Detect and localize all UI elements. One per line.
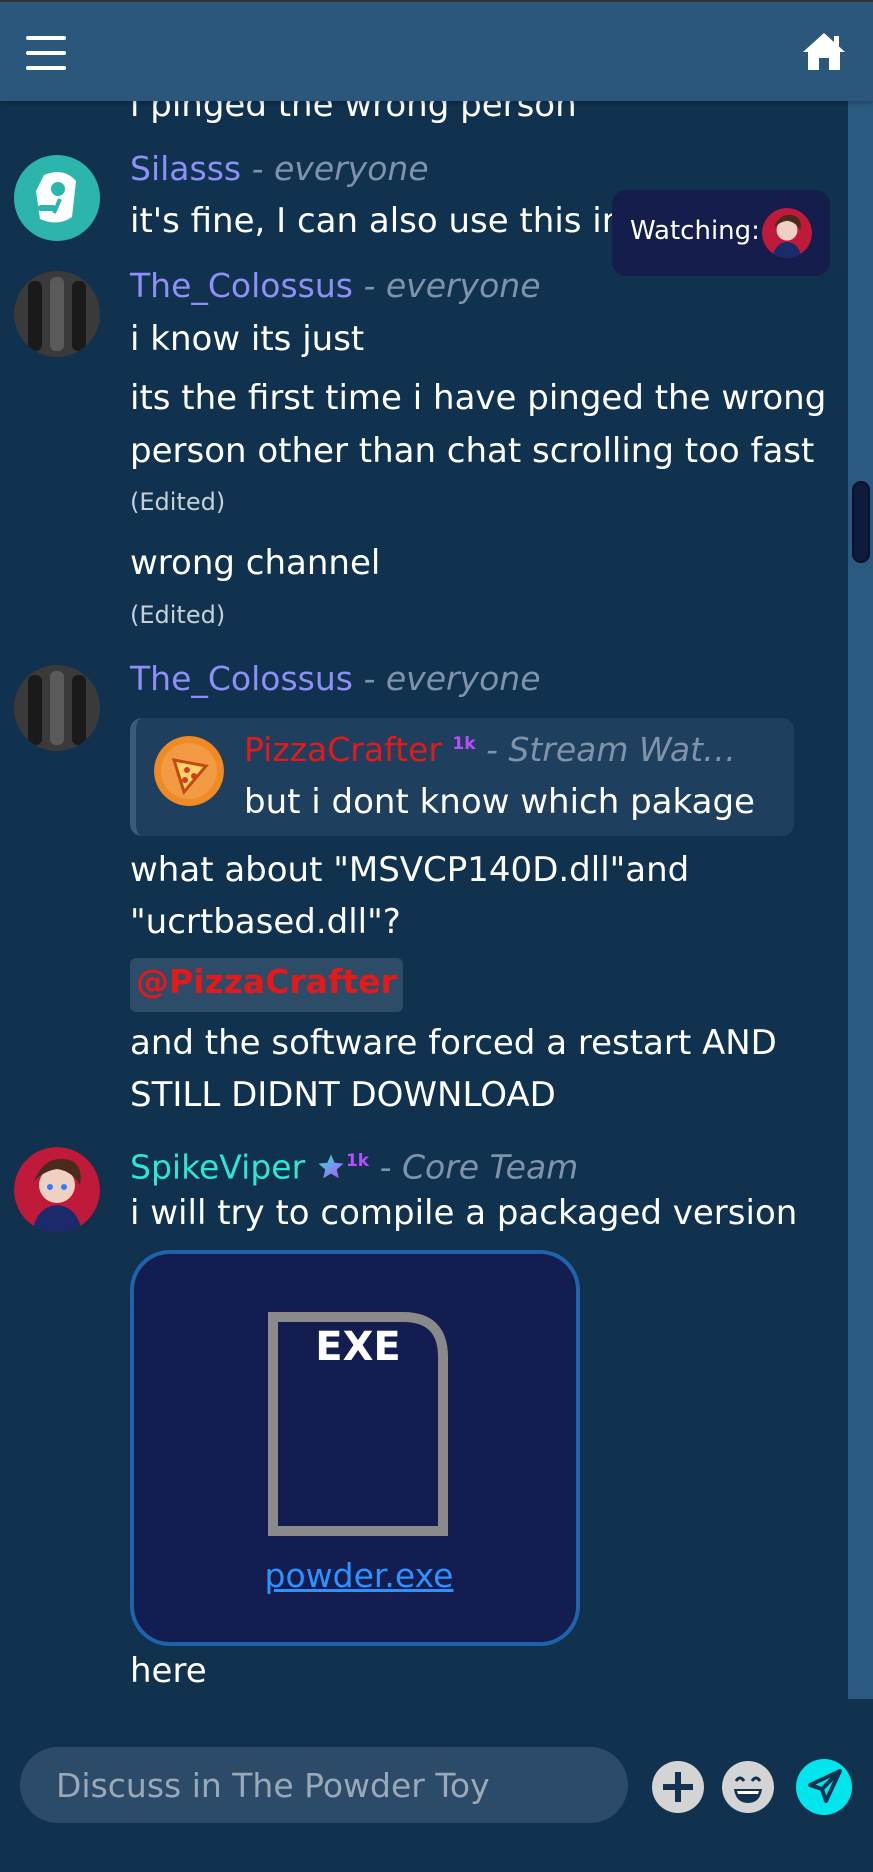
message-text: STILL DIDNT DOWNLOAD (130, 1075, 556, 1115)
message-text: i will try to compile a packaged version (130, 1193, 798, 1233)
avatar (762, 208, 812, 258)
user-role: - Core Team (369, 1147, 579, 1187)
quote-text: but i dont know which pakage (244, 782, 755, 822)
user-role: - Stream Wat… (475, 730, 737, 769)
add-icon[interactable] (652, 1761, 704, 1813)
quote-author: PizzaCrafter (244, 730, 442, 769)
message-text: and the software forced a restart AND (130, 1023, 777, 1063)
message-text: i know its just (130, 319, 365, 359)
watching-label: Watching: (630, 216, 760, 246)
user-mention[interactable]: @PizzaCrafter (130, 958, 403, 1012)
message-text: "ucrtbased.dll"? (130, 902, 401, 942)
message-text: wrong channel (130, 543, 381, 583)
message-header: The_Colossus - everyone (130, 659, 541, 699)
send-icon[interactable] (796, 1759, 852, 1815)
avatar[interactable] (14, 665, 100, 751)
message-header: SpikeViper 1k - Core Team (130, 1141, 578, 1187)
quote-header: PizzaCrafter 1k - Stream Wat… (244, 730, 736, 769)
hamburger-menu-icon[interactable] (26, 36, 66, 72)
star-badge-icon (318, 1154, 344, 1179)
emoji-icon[interactable] (722, 1761, 774, 1813)
user-role: - everyone (241, 149, 429, 188)
top-bar (0, 0, 873, 101)
message-header: The_Colossus - everyone (130, 266, 541, 306)
username[interactable]: SpikeViper (130, 1147, 305, 1186)
message-text: here (130, 1651, 207, 1691)
message-text: i pinged the wrong person (130, 101, 577, 125)
avatar[interactable] (14, 1147, 100, 1233)
edited-label: (Edited) (130, 488, 226, 516)
message-input[interactable] (20, 1747, 628, 1823)
user-role: - everyone (352, 266, 541, 305)
watching-indicator[interactable]: Watching: (612, 190, 830, 276)
avatar (154, 736, 224, 806)
message-text: person other than chat scrolling too fas… (130, 431, 815, 471)
username[interactable]: Silasss (130, 149, 241, 188)
username[interactable]: The_Colossus (130, 266, 353, 305)
edited-label: (Edited) (130, 601, 226, 629)
reply-quote[interactable]: PizzaCrafter 1k - Stream Wat… but i dont… (130, 718, 794, 836)
composer-bar (0, 1699, 873, 1872)
avatar[interactable] (14, 271, 100, 357)
file-attachment[interactable]: EXE powder.exe (130, 1250, 580, 1646)
level-badge: 1k (345, 1151, 370, 1171)
user-role: - everyone (352, 659, 541, 698)
message-text: it's fine, I can also use this info (130, 201, 657, 241)
file-link[interactable]: powder.exe (134, 1556, 584, 1595)
file-extension: EXE (315, 1324, 401, 1370)
scrollbar-thumb[interactable] (852, 481, 870, 563)
scrollbar[interactable] (848, 101, 873, 1699)
username[interactable]: The_Colossus (130, 659, 353, 698)
level-badge: 1k (452, 734, 476, 754)
message-text: its the first time i have pinged the wro… (130, 378, 827, 418)
message-header: Silasss - everyone (130, 149, 429, 189)
message-text: what about "MSVCP140D.dll"and (130, 850, 690, 890)
avatar[interactable] (14, 155, 100, 241)
home-icon[interactable] (800, 30, 848, 74)
